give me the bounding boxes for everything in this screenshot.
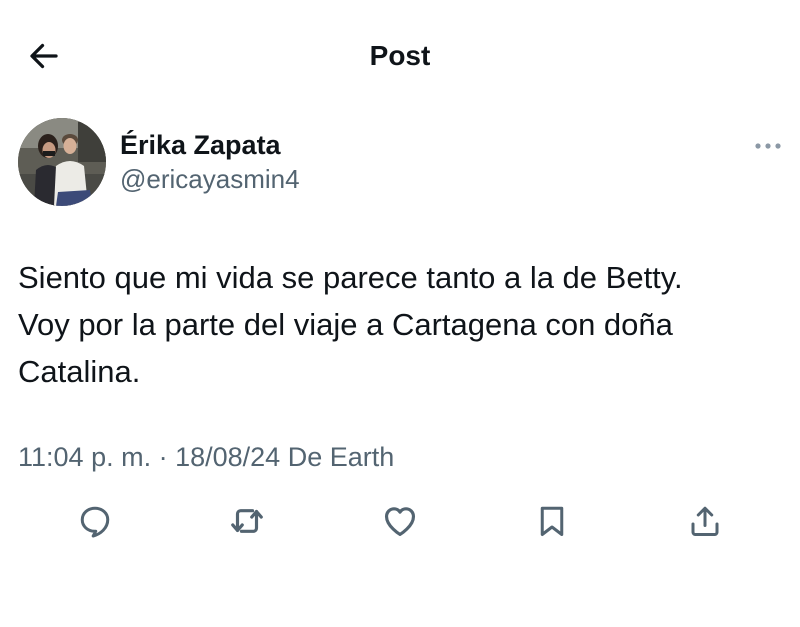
- bookmark-button[interactable]: [527, 496, 577, 546]
- user-handle[interactable]: @ericayasmin4: [120, 162, 300, 196]
- avatar-photo: [18, 118, 106, 206]
- avatar[interactable]: [18, 118, 106, 206]
- like-button[interactable]: [375, 496, 425, 546]
- heart-icon: [384, 507, 416, 537]
- post-time[interactable]: 11:04 p. m.: [18, 442, 151, 472]
- more-options-button[interactable]: [748, 134, 788, 158]
- bookmark-icon: [540, 506, 564, 536]
- author-names: Érika Zapata @ericayasmin4: [120, 128, 300, 196]
- reply-icon: [80, 506, 110, 538]
- repost-button[interactable]: [222, 496, 272, 546]
- action-bar: [0, 496, 800, 546]
- reply-button[interactable]: [70, 496, 120, 546]
- repost-icon: [231, 509, 263, 533]
- share-button[interactable]: [680, 496, 730, 546]
- more-horizontal-icon: [755, 143, 781, 149]
- share-icon: [691, 506, 719, 536]
- post-source: De Earth: [280, 442, 395, 472]
- page-title: Post: [369, 40, 431, 71]
- display-name[interactable]: Érika Zapata: [120, 128, 300, 162]
- meta-separator: ·: [151, 442, 176, 472]
- top-bar: Post: [0, 0, 800, 110]
- post-date[interactable]: 18/08/24: [175, 442, 280, 472]
- post-author: Érika Zapata @ericayasmin4: [18, 118, 788, 210]
- post-text: Siento que mi vida se parece tanto a la …: [18, 260, 683, 389]
- post-metadata: 11:04 p. m. · 18/08/24 De Earth: [18, 437, 394, 477]
